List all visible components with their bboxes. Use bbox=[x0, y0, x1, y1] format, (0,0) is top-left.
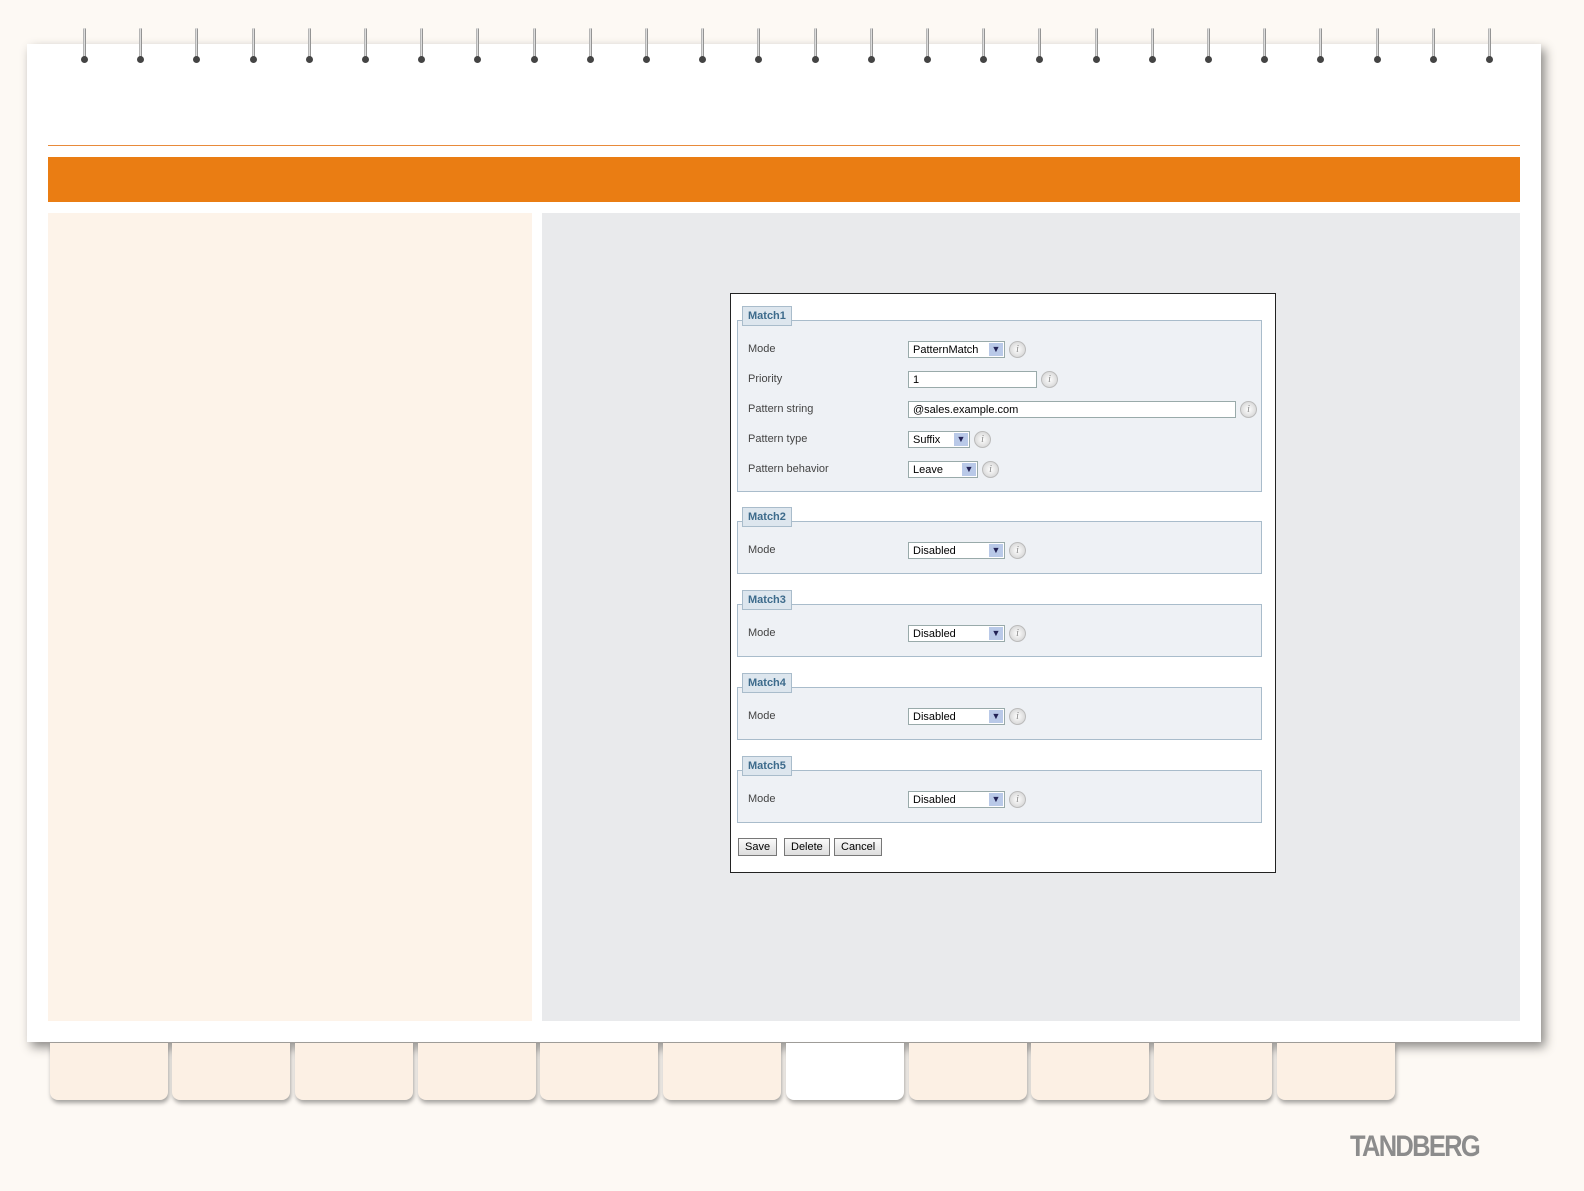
spiral-ring-icon bbox=[980, 28, 988, 64]
field-label: Mode bbox=[748, 544, 776, 556]
spiral-ring-icon bbox=[1261, 28, 1269, 64]
chevron-down-icon[interactable]: ▼ bbox=[989, 793, 1003, 806]
field-label: Mode bbox=[748, 627, 776, 639]
select-dropdown[interactable]: Disabled ▼ bbox=[908, 791, 1005, 808]
fieldset-legend: Match5 bbox=[742, 756, 792, 776]
info-icon[interactable]: i bbox=[1009, 791, 1026, 808]
spiral-ring-icon bbox=[81, 28, 88, 64]
spiral-ring-icon bbox=[586, 28, 594, 64]
spiral-ring-icon bbox=[643, 28, 650, 64]
spiral-ring-icon bbox=[1036, 28, 1044, 64]
spiral-ring-icon bbox=[867, 28, 875, 64]
spiral-ring-icon bbox=[305, 28, 313, 64]
field-label: Mode bbox=[748, 343, 776, 355]
field-label: Mode bbox=[748, 793, 776, 805]
select-dropdown[interactable]: Disabled ▼ bbox=[908, 542, 1005, 559]
spiral-ring-icon bbox=[699, 28, 707, 64]
spiral-ring-icon bbox=[137, 28, 145, 64]
spiral-ring-icon bbox=[811, 28, 819, 64]
field-label: Pattern behavior bbox=[748, 463, 829, 475]
section-tab[interactable] bbox=[786, 1043, 904, 1100]
spiral-ring-icon bbox=[1373, 28, 1381, 64]
section-tab[interactable] bbox=[172, 1043, 290, 1100]
fieldset-legend: Match2 bbox=[742, 507, 792, 527]
spiral-ring-icon bbox=[1205, 28, 1212, 64]
spiral-ring-icon bbox=[530, 28, 538, 64]
field-value: @sales.example.com bbox=[913, 404, 1019, 416]
fieldset-legend: Match3 bbox=[742, 590, 792, 610]
field-label: Priority bbox=[748, 373, 783, 385]
field-label: Pattern string bbox=[748, 403, 814, 415]
select-dropdown[interactable]: Suffix ▼ bbox=[908, 431, 970, 448]
info-icon[interactable]: i bbox=[1009, 542, 1026, 559]
select-dropdown[interactable]: Leave ▼ bbox=[908, 461, 978, 478]
field-value: Disabled bbox=[913, 711, 956, 723]
field-value: Disabled bbox=[913, 628, 956, 640]
chevron-down-icon[interactable]: ▼ bbox=[989, 627, 1003, 640]
spiral-ring-icon bbox=[1317, 28, 1325, 64]
section-tab[interactable] bbox=[663, 1043, 781, 1100]
section-tab[interactable] bbox=[1031, 1043, 1149, 1100]
section-tab[interactable] bbox=[1154, 1043, 1272, 1100]
spiral-ring-icon bbox=[474, 28, 482, 64]
chevron-down-icon[interactable]: ▼ bbox=[989, 544, 1003, 557]
fieldset-match2: Match2 Mode Disabled ▼ i bbox=[737, 507, 1262, 574]
fieldset-legend: Match1 bbox=[742, 306, 792, 326]
spiral-ring-icon bbox=[755, 28, 763, 64]
left-pane bbox=[48, 213, 532, 1021]
chevron-down-icon[interactable]: ▼ bbox=[954, 433, 968, 446]
field-value: PatternMatch bbox=[913, 344, 979, 356]
header-bar bbox=[48, 157, 1520, 202]
section-tab[interactable] bbox=[295, 1043, 413, 1100]
text-input[interactable]: 1 bbox=[908, 371, 1037, 388]
chevron-down-icon[interactable]: ▼ bbox=[989, 710, 1003, 723]
cancel-button[interactable]: Cancel bbox=[834, 838, 883, 856]
info-icon[interactable]: i bbox=[1009, 625, 1026, 642]
section-tab[interactable] bbox=[1277, 1043, 1395, 1100]
fieldset-match1: Match1 Mode PatternMatch ▼ i Priority 1 i Patter… bbox=[737, 306, 1262, 492]
tandberg-logo: TANDBERG bbox=[1350, 1130, 1481, 1163]
section-tab[interactable] bbox=[50, 1043, 168, 1100]
section-tab[interactable] bbox=[418, 1043, 536, 1100]
spiral-ring-icon bbox=[249, 28, 257, 64]
field-value: Suffix bbox=[913, 434, 941, 446]
field-value: Leave bbox=[913, 464, 943, 476]
spiral-ring-icon bbox=[362, 28, 369, 64]
search-rule-form: Save Delete Cancel Match1 Mode PatternMatc… bbox=[730, 293, 1276, 873]
chevron-down-icon[interactable]: ▼ bbox=[989, 343, 1003, 356]
field-label: Mode bbox=[748, 710, 776, 722]
select-dropdown[interactable]: Disabled ▼ bbox=[908, 625, 1005, 642]
info-icon[interactable]: i bbox=[1240, 401, 1257, 418]
header-rule bbox=[48, 145, 1520, 146]
text-input[interactable]: @sales.example.com bbox=[908, 401, 1236, 418]
delete-button[interactable]: Delete bbox=[784, 838, 830, 856]
info-icon[interactable]: i bbox=[982, 461, 999, 478]
info-icon[interactable]: i bbox=[1041, 371, 1058, 388]
info-icon[interactable]: i bbox=[974, 431, 991, 448]
select-dropdown[interactable]: Disabled ▼ bbox=[908, 708, 1005, 725]
fieldset-legend: Match4 bbox=[742, 673, 792, 693]
spiral-ring-icon bbox=[1148, 28, 1156, 64]
info-icon[interactable]: i bbox=[1009, 708, 1026, 725]
info-icon[interactable]: i bbox=[1009, 341, 1026, 358]
fieldset-match4: Match4 Mode Disabled ▼ i bbox=[737, 673, 1262, 740]
field-value: 1 bbox=[913, 374, 920, 386]
field-value: Disabled bbox=[913, 794, 956, 806]
spiral-ring-icon bbox=[1486, 28, 1493, 64]
fieldset-match3: Match3 Mode Disabled ▼ i bbox=[737, 590, 1262, 657]
field-value: Disabled bbox=[913, 545, 956, 557]
field-label: Pattern type bbox=[748, 433, 808, 445]
section-tab[interactable] bbox=[909, 1043, 1027, 1100]
chevron-down-icon[interactable]: ▼ bbox=[962, 463, 976, 476]
spiral-ring-icon bbox=[193, 28, 201, 64]
spiral-ring-icon bbox=[418, 28, 426, 64]
section-tab[interactable] bbox=[540, 1043, 658, 1100]
select-dropdown[interactable]: PatternMatch ▼ bbox=[908, 341, 1005, 358]
spiral-ring-icon bbox=[1092, 28, 1100, 64]
save-button[interactable]: Save bbox=[738, 838, 778, 856]
spiral-ring-icon bbox=[924, 28, 931, 64]
fieldset-match5: Match5 Mode Disabled ▼ i bbox=[737, 756, 1262, 823]
spiral-ring-icon bbox=[1429, 28, 1437, 64]
